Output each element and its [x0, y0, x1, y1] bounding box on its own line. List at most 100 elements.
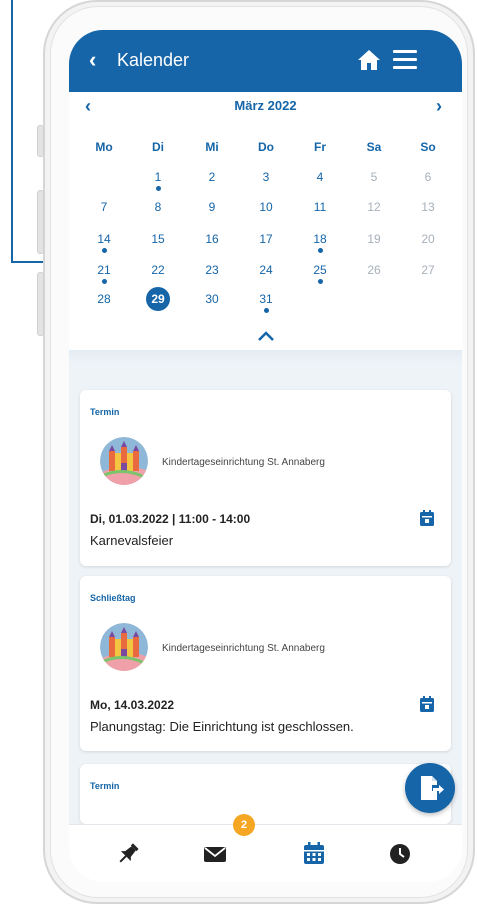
- calendar-day-number: 16: [205, 232, 219, 246]
- calendar-day[interactable]: 9: [185, 200, 239, 214]
- weekday-label: Mo: [95, 140, 113, 154]
- unread-badge: 2: [233, 814, 255, 836]
- calendar-day[interactable]: 14: [77, 232, 131, 253]
- calendar-icon[interactable]: [420, 510, 434, 526]
- calendar-day[interactable]: 1: [131, 170, 185, 191]
- calendar-icon[interactable]: [420, 696, 434, 712]
- weekday-label: Di: [152, 140, 164, 154]
- home-icon[interactable]: [357, 48, 381, 72]
- calendar-widget: ‹ März 2022 › Mo Di Mi Do Fr Sa So 12345…: [69, 92, 462, 350]
- calendar-day-number: 8: [154, 200, 162, 214]
- calendar-day-number: 12: [367, 200, 381, 214]
- calendar-day-number: 28: [97, 292, 111, 306]
- calendar-day-number: 1: [154, 170, 162, 184]
- calendar-icon[interactable]: [301, 841, 327, 867]
- calendar-day[interactable]: 31: [239, 292, 293, 313]
- callout-line: [11, 0, 13, 263]
- calendar-day[interactable]: 24: [239, 263, 293, 277]
- calendar-day-number: 26: [367, 263, 381, 277]
- event-indicator-dot: [101, 279, 107, 284]
- calendar-day[interactable]: 28: [77, 292, 131, 306]
- organization-name: Kindertageseinrichtung St. Annaberg: [162, 643, 325, 654]
- hamburger-menu-icon[interactable]: [393, 50, 417, 70]
- calendar-day[interactable]: 26: [347, 263, 401, 277]
- calendar-day[interactable]: 10: [239, 200, 293, 214]
- event-indicator-dot: [263, 308, 269, 313]
- calendar-day-number: 23: [205, 263, 219, 277]
- app-header: ‹ Kalender: [69, 30, 462, 92]
- event-category: Termin: [90, 407, 120, 417]
- calendar-day[interactable]: 17: [239, 232, 293, 246]
- export-button[interactable]: [405, 763, 455, 813]
- calendar-day[interactable]: 20: [401, 232, 455, 246]
- event-indicator-dot: [101, 248, 107, 253]
- calendar-day-number: 22: [151, 263, 165, 277]
- calendar-day[interactable]: 3: [239, 170, 293, 184]
- organization-name: Kindertageseinrichtung St. Annaberg: [162, 457, 325, 468]
- phone-side-button: [37, 125, 44, 157]
- calendar-day[interactable]: 25: [293, 263, 347, 284]
- calendar-day[interactable]: 2: [185, 170, 239, 184]
- event-description: Karnevalsfeier: [90, 533, 174, 548]
- weekday-label: Do: [258, 140, 274, 154]
- calendar-day[interactable]: 12: [347, 200, 401, 214]
- calendar-day[interactable]: 19: [347, 232, 401, 246]
- calendar-day-number: 15: [151, 232, 165, 246]
- calendar-day[interactable]: 18: [293, 232, 347, 253]
- event-description: Planungstag: Die Einrichtung ist geschlo…: [90, 719, 354, 734]
- phone-side-button: [37, 190, 44, 254]
- calendar-day[interactable]: 23: [185, 263, 239, 277]
- calendar-day-number: 9: [208, 200, 216, 214]
- calendar-day-number: 11: [313, 200, 327, 214]
- calendar-day[interactable]: 5: [347, 170, 401, 184]
- calendar-day-number: 19: [367, 232, 381, 246]
- chevron-right-icon[interactable]: ›: [436, 96, 442, 117]
- calendar-day[interactable]: 15: [131, 232, 185, 246]
- app-screen: ‹ Kalender ‹ März 2022 › Mo Di Mi Do Fr …: [69, 30, 462, 882]
- event-datetime: Mo, 14.03.2022: [90, 698, 175, 712]
- calendar-day-number: 3: [262, 170, 270, 184]
- event-category: Termin: [90, 781, 120, 791]
- chevron-up-icon[interactable]: [256, 330, 276, 342]
- calendar-day-number: 27: [421, 263, 435, 277]
- calendar-day-number: 13: [421, 200, 435, 214]
- calendar-day-number: 17: [259, 232, 273, 246]
- calendar-day[interactable]: 21: [77, 263, 131, 284]
- calendar-day-number: 4: [316, 170, 324, 184]
- event-card[interactable]: Schließtag Kindertageseinrichtung St. An…: [80, 576, 451, 751]
- weekday-header: Mo Di Mi Do Fr Sa So: [77, 140, 454, 158]
- event-card[interactable]: Termin Kindertageseinrichtung St. Annabe…: [80, 390, 451, 566]
- page-title: Kalender: [117, 50, 190, 70]
- event-indicator-dot: [155, 186, 161, 191]
- pin-icon[interactable]: [115, 841, 141, 867]
- calendar-day[interactable]: 11: [293, 200, 347, 214]
- calendar-day[interactable]: 29: [131, 287, 185, 311]
- event-card[interactable]: Termin: [80, 764, 451, 824]
- event-indicator-dot: [317, 248, 323, 253]
- calendar-day[interactable]: 27: [401, 263, 455, 277]
- calendar-day[interactable]: 13: [401, 200, 455, 214]
- organization-avatar: [100, 623, 148, 671]
- calendar-day[interactable]: 6: [401, 170, 455, 184]
- calendar-divider: [69, 350, 462, 364]
- month-label: März 2022: [234, 98, 297, 113]
- calendar-day[interactable]: 30: [185, 292, 239, 306]
- calendar-day[interactable]: 16: [185, 232, 239, 246]
- clock-icon[interactable]: [387, 841, 413, 867]
- calendar-day[interactable]: 7: [77, 200, 131, 214]
- calendar-day[interactable]: 22: [131, 263, 185, 277]
- weekday-label: Fr: [314, 140, 326, 154]
- calendar-day[interactable]: 8: [131, 200, 185, 214]
- bottom-navigation: [69, 824, 462, 882]
- weekday-label: So: [420, 140, 436, 154]
- calendar-day[interactable]: 4: [293, 170, 347, 184]
- export-document-icon: [421, 776, 444, 800]
- event-datetime: Di, 01.03.2022 | 11:00 - 14:00: [90, 512, 251, 526]
- calendar-day-number: 25: [313, 263, 327, 277]
- calendar-day-number: 2: [208, 170, 216, 184]
- event-indicator-dot: [317, 279, 323, 284]
- chevron-left-icon[interactable]: ‹: [89, 47, 96, 73]
- weekday-label: Sa: [366, 140, 382, 154]
- phone-side-button: [37, 272, 44, 336]
- mail-icon[interactable]: [202, 841, 228, 867]
